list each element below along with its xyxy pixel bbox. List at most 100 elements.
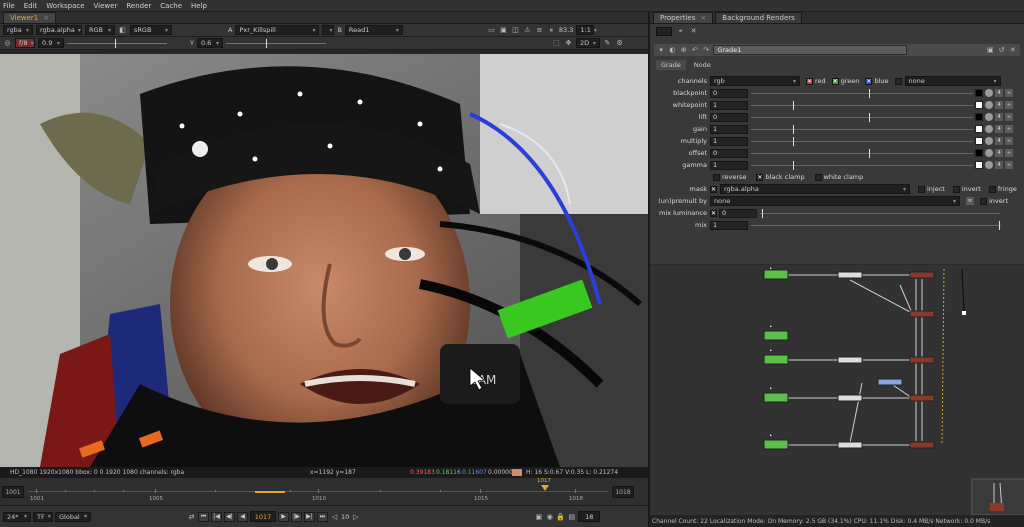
max-panels-field[interactable] — [656, 26, 672, 36]
merge-node[interactable] — [909, 394, 935, 402]
menu-help[interactable]: Help — [191, 2, 207, 10]
step-forward-button[interactable]: |▶ — [291, 511, 302, 522]
split-channels-icon[interactable]: 4 — [995, 161, 1003, 169]
wipe-mode-dropdown[interactable] — [322, 25, 335, 35]
unpremult-invert-checkbox[interactable]: invert — [980, 197, 1008, 205]
lut-dropdown[interactable]: sRGB — [130, 25, 172, 35]
increment-value[interactable]: 10 — [341, 513, 349, 521]
alpha-channel-dropdown[interactable]: rgba.alpha — [36, 25, 82, 35]
merge-node[interactable] — [909, 441, 935, 449]
merge-node[interactable] — [909, 310, 935, 318]
color-swatch[interactable] — [975, 125, 983, 133]
color-swatch[interactable] — [975, 137, 983, 145]
lock-icon[interactable]: 🔒 — [556, 512, 565, 521]
green-checkbox[interactable]: ✕ green — [831, 77, 859, 85]
transform-icon[interactable]: ✥ — [564, 39, 573, 48]
revert-icon[interactable]: ↺ — [997, 46, 1005, 55]
knob-slider[interactable] — [751, 100, 973, 110]
knob-slider[interactable] — [751, 124, 973, 134]
menu-render[interactable]: Render — [126, 2, 151, 10]
next-keyframe-button[interactable]: ▶| — [304, 511, 315, 522]
proxy-icon[interactable]: ▣ — [499, 26, 508, 35]
black-clamp-checkbox[interactable]: ✕ black clamp — [756, 173, 805, 181]
zoom-value[interactable]: 83.3 — [559, 26, 573, 34]
frame-range-dropdown[interactable]: Global — [55, 511, 91, 522]
color-swatch[interactable] — [975, 89, 983, 97]
overlay-icon[interactable]: ◫ — [511, 26, 520, 35]
blue-checkbox[interactable]: ✕ blue — [865, 77, 889, 85]
color-swatch[interactable] — [975, 149, 983, 157]
cache-icon[interactable]: ≡ — [535, 26, 544, 35]
animation-icon[interactable]: ≈ — [1005, 89, 1013, 97]
mask-select[interactable]: rgba.alpha — [720, 184, 910, 194]
subtab-grade[interactable]: Grade — [656, 60, 686, 70]
menu-edit[interactable]: Edit — [24, 2, 38, 10]
gain-field[interactable]: 0.9 — [38, 38, 64, 48]
split-channels-icon[interactable]: 4 — [995, 89, 1003, 97]
node-name-input[interactable]: Grade1 — [713, 45, 907, 55]
lock-panel-icon[interactable]: ⌖ — [676, 27, 685, 36]
knob-value-field[interactable]: 0 — [710, 148, 748, 158]
tab-viewer1[interactable]: Viewer1 × — [3, 12, 57, 23]
flipbook-icon[interactable]: ▣ — [534, 512, 543, 521]
color-wheel-icon[interactable] — [985, 113, 993, 121]
grade-node[interactable] — [837, 271, 863, 279]
color-wheel-icon[interactable] — [985, 149, 993, 157]
input-a-dropdown[interactable]: Pxr_Killspill — [235, 25, 320, 35]
undo-icon[interactable]: ↶ — [691, 46, 699, 55]
subtab-node[interactable]: Node — [689, 60, 716, 70]
knob-slider[interactable] — [751, 136, 973, 146]
paint-icon[interactable]: ✎ — [603, 39, 612, 48]
animation-icon[interactable]: ≈ — [1005, 101, 1013, 109]
color-wheel-icon[interactable] — [985, 161, 993, 169]
merge-node[interactable] — [909, 271, 935, 279]
mix-luminance-field[interactable]: 0 — [719, 208, 757, 218]
color-wheel-icon[interactable] — [985, 101, 993, 109]
float-panel-icon[interactable]: ▣ — [986, 46, 994, 55]
color-wheel-icon[interactable] — [985, 137, 993, 145]
scale-dropdown[interactable]: 1:1 — [576, 25, 595, 35]
knob-value-field[interactable]: 1 — [710, 136, 748, 146]
center-node-icon[interactable]: ⊕ — [680, 46, 688, 55]
timeline-start-frame[interactable]: 1001 — [2, 486, 24, 498]
gamma-slider[interactable] — [225, 38, 326, 48]
mix-field[interactable]: 1 — [710, 220, 748, 230]
grade-node[interactable] — [837, 441, 863, 449]
input-b-dropdown[interactable]: Read1 — [344, 25, 403, 35]
animation-icon[interactable]: ≈ — [1005, 137, 1013, 145]
read-node[interactable] — [763, 439, 789, 450]
channels-dropdown[interactable]: rgba — [3, 25, 33, 35]
selected-node[interactable] — [877, 378, 903, 386]
timeline[interactable]: 1001 1018 1001 1005 1010 1015 1018 1017 — [0, 477, 648, 505]
unpremult-select[interactable]: none — [710, 196, 960, 206]
split-channels-icon[interactable]: 4 — [995, 125, 1003, 133]
colorspace-dropdown[interactable]: RGB — [85, 25, 115, 35]
play-forward-button[interactable]: ▶ — [278, 511, 289, 522]
view-mode-dropdown[interactable]: 2D — [575, 38, 600, 48]
reverse-checkbox[interactable]: reverse — [713, 173, 746, 181]
mix-slider[interactable] — [751, 220, 1001, 230]
timeline-end-frame[interactable]: 1018 — [612, 486, 634, 498]
color-swatch[interactable] — [975, 113, 983, 121]
cache-toggle-icon[interactable]: ◉ — [545, 512, 554, 521]
fps-dropdown[interactable]: 24* — [3, 511, 31, 522]
play-backward-button[interactable]: ◀ — [237, 511, 248, 522]
mask-checkbox[interactable]: ✕ — [710, 185, 717, 193]
knob-slider[interactable] — [751, 112, 973, 122]
gamma-field[interactable]: 0.6 — [196, 38, 223, 48]
unpremult-options-icon[interactable]: ≡ — [966, 197, 974, 205]
close-all-icon[interactable]: ✕ — [689, 27, 698, 36]
invert-mask-checkbox[interactable]: invert — [952, 185, 981, 193]
animation-icon[interactable]: ≈ — [1005, 125, 1013, 133]
read-node[interactable] — [763, 269, 789, 280]
close-icon[interactable]: × — [43, 14, 49, 22]
loop-mode-icon[interactable]: ⇄ — [187, 512, 196, 521]
menu-file[interactable]: File — [3, 2, 15, 10]
prev-keyframe-button[interactable]: |◀ — [211, 511, 222, 522]
goto-start-button[interactable]: ⏮ — [198, 511, 209, 522]
split-channels-icon[interactable]: 4 — [995, 113, 1003, 121]
time-mode-dropdown[interactable]: TF — [33, 511, 53, 522]
split-channels-icon[interactable]: 4 — [995, 101, 1003, 109]
knob-slider[interactable] — [751, 148, 973, 158]
collapse-icon[interactable]: ▾ — [657, 46, 665, 55]
